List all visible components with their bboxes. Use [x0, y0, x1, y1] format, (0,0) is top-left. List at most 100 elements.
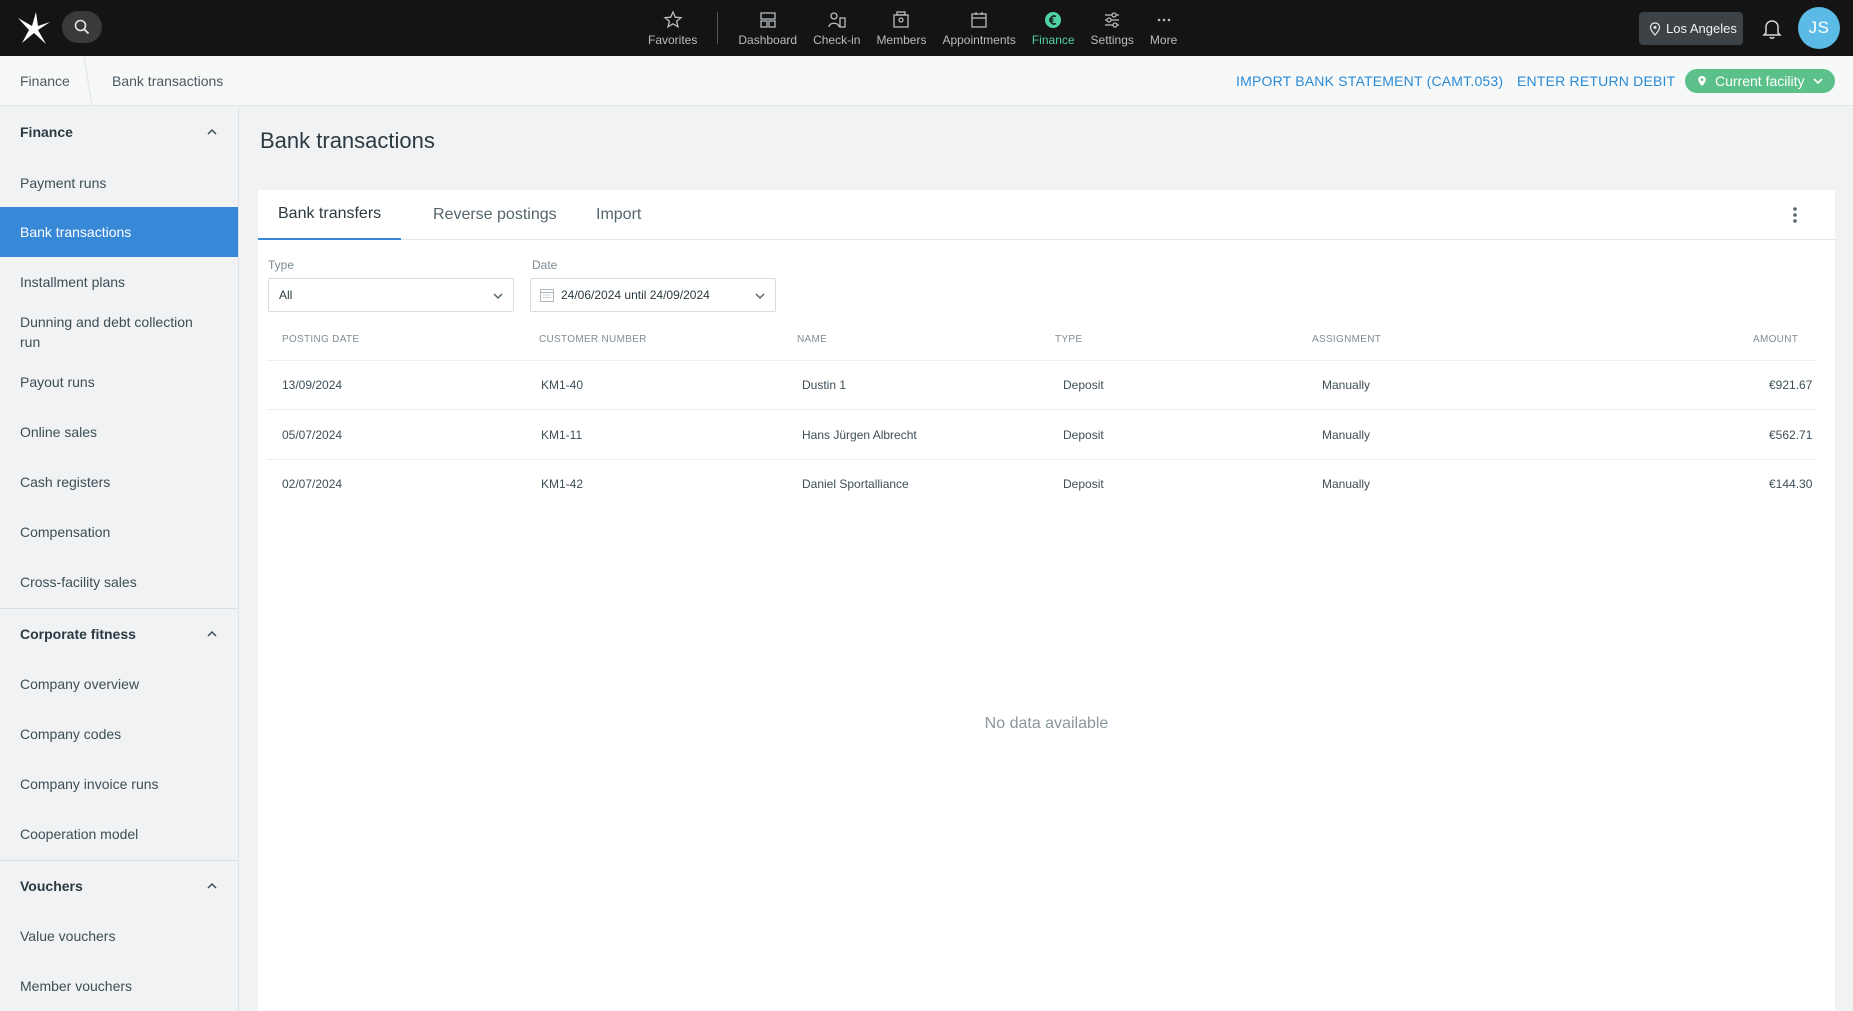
- sidebar-item-company-overview[interactable]: Company overview: [0, 659, 238, 709]
- type-filter-value: All: [279, 288, 293, 302]
- sidebar-item-payout-runs[interactable]: Payout runs: [0, 357, 238, 407]
- sliders-icon: [1105, 11, 1120, 28]
- cell-name: Daniel Sportalliance: [802, 477, 909, 491]
- dashboard-icon: [760, 11, 776, 28]
- sidebar-item-bank-transactions[interactable]: Bank transactions: [0, 207, 238, 257]
- app-logo-icon[interactable]: [16, 10, 52, 46]
- sidebar-section-corporate-fitness[interactable]: Corporate fitness: [0, 609, 238, 659]
- breadcrumb-separator: [83, 56, 93, 106]
- column-header-type[interactable]: TYPE: [1055, 334, 1082, 345]
- date-filter-select[interactable]: 24/06/2024 until 24/09/2024: [530, 278, 776, 312]
- nav-dashboard[interactable]: Dashboard: [730, 0, 805, 56]
- type-filter-select[interactable]: All: [268, 278, 514, 312]
- calendar-icon: [540, 289, 554, 302]
- sidebar-item-payment-runs[interactable]: Payment runs: [0, 158, 238, 208]
- column-header-customer-number[interactable]: CUSTOMER NUMBER: [539, 334, 647, 345]
- cell-assignment: Manually: [1322, 378, 1371, 392]
- nav-checkin-label: Check-in: [813, 32, 861, 47]
- nav-finance-label: Finance: [1031, 32, 1075, 47]
- cell-name: Dustin 1: [802, 378, 847, 392]
- column-header-posting-date[interactable]: POSTING DATE: [282, 334, 359, 345]
- sidebar-section-finance[interactable]: Finance: [0, 106, 238, 158]
- cell-posting-date: 13/09/2024: [282, 378, 343, 392]
- location-label: Los Angeles: [1666, 21, 1737, 36]
- sidebar-item-cash-registers[interactable]: Cash registers: [0, 457, 238, 507]
- cell-assignment: Manually: [1322, 477, 1371, 491]
- calendar-icon: [971, 11, 987, 28]
- cell-customer-number: KM1-40: [541, 378, 584, 392]
- tab-reverse-postings[interactable]: Reverse postings: [425, 190, 565, 240]
- location-button[interactable]: Los Angeles: [1639, 12, 1743, 45]
- nav-dashboard-label: Dashboard: [738, 32, 798, 47]
- cell-customer-number: KM1-11: [541, 428, 583, 442]
- cell-posting-date: 05/07/2024: [282, 428, 343, 442]
- column-header-name[interactable]: NAME: [797, 334, 827, 345]
- column-header-assignment[interactable]: ASSIGNMENT: [1312, 334, 1381, 345]
- nav-more-label: More: [1149, 32, 1178, 47]
- table-divider: [266, 360, 1817, 361]
- chevron-up-icon: [207, 882, 217, 889]
- sidebar-item-installment-plans[interactable]: Installment plans: [0, 257, 238, 307]
- sidebar-item-dunning[interactable]: Dunning and debt collection run: [0, 307, 238, 357]
- nav-appointments[interactable]: Appointments: [934, 0, 1023, 56]
- cell-type: Deposit: [1063, 477, 1104, 491]
- nav-members[interactable]: Members: [868, 0, 934, 56]
- chevron-down-icon: [1813, 78, 1824, 85]
- more-icon: [1157, 18, 1170, 21]
- column-header-amount[interactable]: AMOUNT: [1753, 334, 1798, 345]
- date-filter-label: Date: [532, 258, 558, 272]
- page-title: Bank transactions: [260, 128, 435, 153]
- tab-bank-transfers[interactable]: Bank transfers: [258, 190, 402, 240]
- bell-icon[interactable]: [1760, 16, 1784, 40]
- nav-members-label: Members: [876, 32, 927, 47]
- chevron-down-icon: [493, 293, 503, 300]
- type-filter-label: Type: [268, 258, 295, 272]
- sidebar-item-compensation[interactable]: Compensation: [0, 507, 238, 557]
- cell-name: Hans Jürgen Albrecht: [802, 428, 917, 442]
- sidebar-section-title: Vouchers: [20, 878, 83, 894]
- sidebar-item-cooperation-model[interactable]: Cooperation model: [0, 809, 238, 859]
- cell-amount: €562.71: [1769, 428, 1813, 442]
- sidebar-item-online-sales[interactable]: Online sales: [0, 407, 238, 457]
- table-divider: [266, 409, 1817, 410]
- search-button[interactable]: [62, 11, 102, 43]
- cell-amount: €144.30: [1769, 477, 1813, 491]
- sidebar-item-member-vouchers[interactable]: Member vouchers: [0, 961, 238, 1011]
- avatar-initials: JS: [1808, 18, 1830, 37]
- nav-finance[interactable]: Finance: [1024, 0, 1083, 56]
- location-pin-icon: [1649, 21, 1661, 36]
- sidebar-item-cross-facility-sales[interactable]: Cross-facility sales: [0, 557, 238, 607]
- star-icon: [662, 9, 683, 28]
- euro-icon: [1045, 11, 1062, 28]
- cell-assignment: Manually: [1322, 428, 1371, 442]
- nav-favorites-label: Favorites: [648, 32, 698, 47]
- import-bank-statement-button[interactable]: IMPORT BANK STATEMENT (CAMT.053): [1236, 56, 1503, 106]
- location-pin-icon: [1698, 76, 1706, 86]
- user-avatar[interactable]: JS: [1798, 7, 1840, 49]
- sidebar-section-title: Corporate fitness: [20, 626, 136, 642]
- current-facility-label: Current facility: [1715, 73, 1805, 89]
- sidebar-section-vouchers[interactable]: Vouchers: [0, 861, 238, 911]
- table-divider: [266, 459, 1817, 460]
- sidebar-item-value-vouchers[interactable]: Value vouchers: [0, 911, 238, 961]
- cell-posting-date: 02/07/2024: [282, 477, 343, 491]
- sidebar-item-company-codes[interactable]: Company codes: [0, 709, 238, 759]
- search-icon: [74, 19, 90, 35]
- current-facility-button[interactable]: Current facility: [1685, 69, 1835, 93]
- top-navigation-bar: Favorites Dashboard Check-in Members App…: [0, 0, 1853, 56]
- sidebar: Finance Payment runs Bank transactions I…: [0, 106, 239, 1011]
- enter-return-debit-button[interactable]: ENTER RETURN DEBIT: [1517, 56, 1675, 106]
- empty-state-text: No data available: [984, 715, 1109, 732]
- nav-more[interactable]: More: [1142, 0, 1185, 56]
- breadcrumb-finance[interactable]: Finance: [20, 56, 70, 106]
- nav-favorites[interactable]: Favorites: [640, 0, 705, 56]
- tab-import[interactable]: Import: [588, 190, 649, 240]
- nav-settings[interactable]: Settings: [1083, 0, 1142, 56]
- more-options-icon[interactable]: [1785, 205, 1805, 225]
- nav-checkin[interactable]: Check-in: [805, 0, 868, 56]
- transactions-card: Bank transfers Reverse postings Import T…: [258, 190, 1835, 1011]
- sidebar-section-title: Finance: [20, 124, 73, 140]
- sidebar-item-company-invoice-runs[interactable]: Company invoice runs: [0, 759, 238, 809]
- members-icon: [893, 10, 910, 28]
- date-filter-value: 24/06/2024 until 24/09/2024: [561, 288, 710, 302]
